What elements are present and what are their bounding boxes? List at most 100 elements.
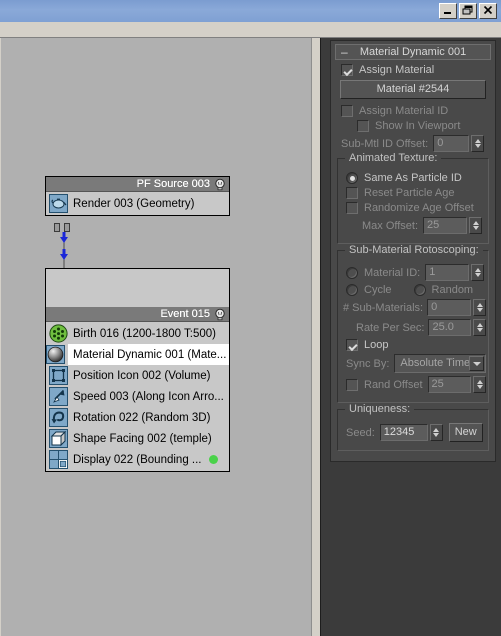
- loop-checkbox[interactable]: [346, 339, 358, 351]
- num-sub-materials-input[interactable]: 0: [427, 299, 471, 316]
- num-sub-materials-row[interactable]: # Sub-Materials: 0: [343, 299, 486, 316]
- assign-material-row[interactable]: Assign Material: [341, 64, 495, 76]
- pf-source-node[interactable]: PF Source 003 Render 003 (Geometry): [45, 176, 230, 216]
- assign-material-checkbox[interactable]: [341, 64, 353, 76]
- operator-label: Display 022 (Bounding ...: [73, 453, 202, 466]
- window-body: PF Source 003 Render 003 (Geometry) Even…: [0, 38, 501, 636]
- material-id-radio[interactable]: [346, 266, 358, 279]
- minimize-button[interactable]: [439, 3, 457, 19]
- particle-view-canvas[interactable]: PF Source 003 Render 003 (Geometry) Even…: [1, 38, 312, 636]
- material-id-label: Material ID:: [364, 266, 421, 279]
- operator-row-position-icon[interactable]: Position Icon 002 (Volume): [46, 365, 229, 386]
- rate-per-sec-input[interactable]: 25.0: [428, 319, 471, 336]
- operator-row-material-dynamic[interactable]: Material Dynamic 001 (Mate...: [46, 344, 229, 365]
- loop-label: Loop: [364, 339, 389, 351]
- sync-by-dropdown[interactable]: Absolute Time: [394, 354, 486, 373]
- loop-row[interactable]: Loop: [346, 339, 486, 351]
- show-in-viewport-row[interactable]: Show In Viewport: [357, 120, 495, 132]
- rand-offset-spinner[interactable]: [473, 376, 486, 393]
- material-id-input[interactable]: 1: [425, 264, 470, 281]
- randomize-age-offset-label: Randomize Age Offset: [364, 202, 474, 214]
- speed-icon: [49, 387, 68, 406]
- same-as-particle-id-radio[interactable]: [346, 172, 358, 184]
- rotation-icon: [49, 408, 68, 427]
- close-button[interactable]: [479, 3, 497, 19]
- cycle-radio[interactable]: [346, 284, 358, 296]
- operator-row-rotation[interactable]: Rotation 022 (Random 3D): [46, 407, 229, 428]
- rate-per-sec-spinner[interactable]: [473, 319, 486, 336]
- operator-row-speed[interactable]: Speed 003 (Along Icon Arro...: [46, 386, 229, 407]
- rollout-title: Material Dynamic 001: [359, 46, 467, 58]
- seed-spinner[interactable]: [429, 424, 443, 441]
- new-seed-button[interactable]: New: [448, 423, 483, 442]
- chevron-down-icon[interactable]: [469, 356, 484, 371]
- pf-source-out-socket-left[interactable]: [54, 223, 60, 232]
- sub-mtl-id-offset-spinner[interactable]: [471, 135, 485, 152]
- rand-offset-input[interactable]: 25: [427, 376, 471, 393]
- randomize-age-offset-row[interactable]: Randomize Age Offset: [346, 202, 486, 214]
- animated-texture-group: Animated Texture: Same As Particle ID Re…: [337, 152, 489, 244]
- material-button-wrap: Material #2544: [340, 80, 486, 99]
- cycle-random-row: Cycle Random: [346, 284, 486, 296]
- display-icon: [49, 450, 68, 469]
- rate-per-sec-row[interactable]: Rate Per Sec: 25.0: [356, 319, 486, 336]
- operator-label: Render 003 (Geometry): [73, 197, 195, 210]
- operator-row-shape-facing[interactable]: Shape Facing 002 (temple): [46, 428, 229, 449]
- num-sub-materials-spinner[interactable]: [473, 299, 486, 316]
- event-title: Event 015: [160, 308, 210, 320]
- event-node[interactable]: Event 015 Birth 016 (1200-1800 T:500) Ma…: [45, 268, 230, 472]
- assign-material-id-row[interactable]: Assign Material ID: [341, 105, 495, 117]
- operator-label: Material Dynamic 001 (Mate...: [73, 348, 227, 361]
- sync-by-value: Absolute Time: [400, 357, 471, 369]
- birth-icon: [49, 324, 68, 343]
- operator-row-display[interactable]: Display 022 (Bounding ...: [46, 449, 229, 470]
- show-in-viewport-checkbox[interactable]: [357, 120, 369, 132]
- sub-material-rotoscoping-group: Sub-Material Rotoscoping: Material ID: 1…: [337, 244, 489, 403]
- rollout-material-dynamic: – Material Dynamic 001 Assign Material M…: [330, 40, 496, 462]
- seed-label: Seed:: [346, 426, 375, 439]
- operator-label: Position Icon 002 (Volume): [73, 369, 211, 382]
- rand-offset-checkbox[interactable]: [346, 378, 358, 391]
- pf-source-out-socket-right[interactable]: [64, 223, 70, 232]
- sync-by-label: Sync By:: [346, 357, 390, 370]
- operator-row-birth[interactable]: Birth 016 (1200-1800 T:500): [46, 323, 229, 344]
- same-as-particle-id-row[interactable]: Same As Particle ID: [346, 172, 486, 184]
- assign-material-label: Assign Material: [359, 64, 435, 76]
- material-id-spinner[interactable]: [471, 264, 485, 281]
- material-id-row[interactable]: Material ID: 1: [346, 264, 486, 281]
- max-offset-input[interactable]: 25: [423, 217, 468, 234]
- lightbulb-icon[interactable]: [213, 178, 227, 191]
- uniqueness-title: Uniqueness:: [345, 403, 415, 415]
- num-sub-materials-label: # Sub-Materials:: [343, 301, 424, 314]
- rollout-header[interactable]: – Material Dynamic 001: [335, 44, 491, 60]
- sync-by-row[interactable]: Sync By: Absolute Time: [346, 354, 486, 373]
- assign-material-id-label: Assign Material ID: [359, 105, 449, 117]
- rand-offset-row[interactable]: Rand Offset 25: [346, 376, 486, 393]
- seed-input[interactable]: 12345: [379, 424, 428, 441]
- assign-material-id-checkbox[interactable]: [341, 105, 353, 117]
- operator-label: Speed 003 (Along Icon Arro...: [73, 390, 224, 403]
- seed-row[interactable]: Seed: 12345 New: [346, 423, 486, 442]
- rate-per-sec-label: Rate Per Sec:: [356, 321, 425, 334]
- operator-label: Shape Facing 002 (temple): [73, 432, 212, 445]
- uniqueness-group: Uniqueness: Seed: 12345 New: [337, 403, 489, 451]
- show-in-viewport-label: Show In Viewport: [375, 120, 461, 132]
- random-label: Random: [431, 284, 474, 296]
- sub-mtl-id-offset-row[interactable]: Sub-Mtl ID Offset: 0: [341, 135, 495, 152]
- collapse-icon[interactable]: –: [341, 45, 348, 60]
- material-button[interactable]: Material #2544: [340, 80, 486, 99]
- pf-source-title-bar[interactable]: PF Source 003: [46, 177, 229, 192]
- randomize-age-offset-checkbox[interactable]: [346, 202, 358, 214]
- particle-view-window: PF Source 003 Render 003 (Geometry) Even…: [0, 0, 501, 636]
- reset-particle-age-row[interactable]: Reset Particle Age: [346, 187, 486, 199]
- reset-particle-age-checkbox[interactable]: [346, 187, 358, 199]
- restore-button[interactable]: [459, 3, 477, 19]
- random-radio[interactable]: [413, 284, 426, 296]
- operator-row-render[interactable]: Render 003 (Geometry): [46, 193, 229, 214]
- sub-mtl-id-offset-input[interactable]: 0: [433, 135, 470, 152]
- lightbulb-icon[interactable]: [213, 308, 227, 321]
- event-title-bar[interactable]: Event 015: [46, 307, 229, 322]
- render-teapot-icon: [49, 194, 68, 213]
- max-offset-spinner[interactable]: [469, 217, 483, 234]
- max-offset-row[interactable]: Max Offset: 25: [362, 217, 486, 234]
